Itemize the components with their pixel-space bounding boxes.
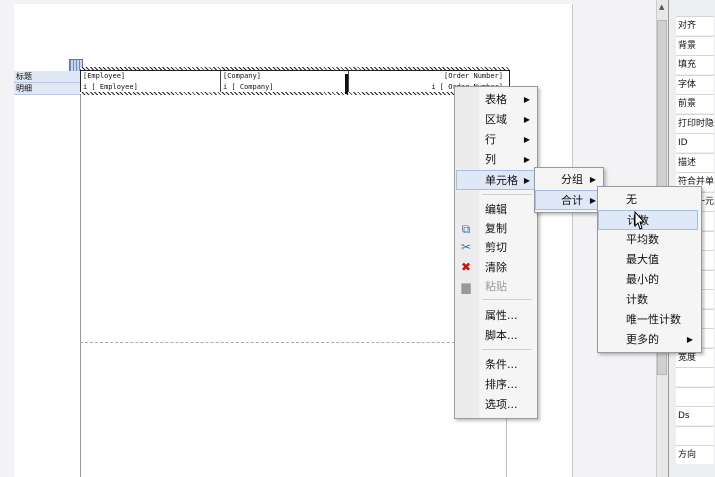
submenu-arrow-icon: ▶ — [589, 175, 596, 184]
menu-item-count[interactable]: 计数 — [598, 210, 698, 230]
menu-separator — [482, 299, 532, 300]
property-row[interactable]: 字体 — [676, 74, 714, 94]
menu-separator — [482, 349, 532, 350]
menu-item-conditions[interactable]: 条件... — [458, 355, 534, 375]
menu-item-max[interactable]: 最大值 — [600, 250, 697, 270]
property-row[interactable]: 打印时隐藏 — [676, 113, 714, 133]
band-label-header[interactable]: 标题 — [14, 71, 80, 83]
property-row[interactable] — [676, 386, 714, 406]
property-row[interactable]: Ds — [676, 406, 714, 425]
menu-item-average[interactable]: 平均数 — [600, 230, 697, 250]
property-row[interactable]: 背景 — [676, 35, 714, 55]
menu-item-script[interactable]: 脚本... — [458, 326, 534, 346]
menu-item-none[interactable]: 无 — [600, 190, 697, 210]
menu-item-sort[interactable]: 排序... — [458, 375, 534, 395]
property-row[interactable]: 方向 — [676, 445, 714, 464]
band-boundary-line — [80, 342, 510, 343]
mouse-pointer-icon — [634, 211, 646, 230]
table-cell[interactable]: i [ Company] — [221, 82, 349, 92]
menu-separator — [482, 194, 532, 195]
menu-item-distinct-count[interactable]: 唯一性计数 — [600, 310, 697, 330]
property-row[interactable] — [676, 367, 714, 386]
menu-item-clear[interactable]: 清除 — [458, 258, 534, 278]
property-row[interactable] — [676, 425, 714, 445]
column-resize-handle[interactable] — [345, 74, 348, 94]
menu-item-copy[interactable]: 复制 — [458, 219, 534, 239]
menu-item-column[interactable]: 列 ▶ — [458, 150, 534, 170]
menu-item-table[interactable]: 表格 ▶ — [458, 90, 534, 110]
menu-item-cut[interactable]: 剪切 — [458, 238, 534, 258]
menu-item-count-2[interactable]: 计数 — [600, 290, 697, 310]
menu-item-group[interactable]: 分组 ▶ — [537, 170, 600, 190]
menu-item-row[interactable]: 行 ▶ — [458, 130, 534, 150]
table-selection-border — [80, 92, 510, 95]
submenu-arrow-icon: ▶ — [523, 176, 530, 185]
menu-item-options[interactable]: 选项... — [458, 395, 534, 415]
submenu-arrow-icon: ▶ — [523, 95, 530, 104]
band-label-detail[interactable]: 明细 — [14, 83, 80, 95]
submenu-arrow-icon: ▶ — [523, 155, 530, 164]
menu-item-paste: 粘贴 — [485, 280, 507, 293]
submenu-arrow-icon: ▶ — [589, 196, 596, 205]
page-margin-line — [80, 62, 81, 477]
submenu-arrow-icon: ▶ — [523, 135, 530, 144]
menu-item-more[interactable]: 更多的 ▶ — [600, 330, 697, 350]
menu-item-edit[interactable]: 编辑 — [458, 200, 534, 220]
property-row[interactable]: 前景 — [676, 94, 714, 113]
table-cell[interactable]: [Company] — [221, 71, 349, 82]
menu-item-region[interactable]: 区域 ▶ — [458, 110, 534, 130]
property-row[interactable]: ID — [676, 133, 714, 152]
property-row[interactable]: 描述 — [676, 152, 714, 172]
menu-item-cell[interactable]: 单元格 ▶ — [456, 170, 535, 190]
menu-item-properties[interactable]: 属性... — [458, 306, 534, 326]
property-row[interactable]: 对齐 — [676, 16, 714, 35]
submenu-arrow-icon: ▶ — [523, 115, 530, 124]
property-row[interactable]: 填充 — [676, 55, 714, 74]
table-cell[interactable]: i [ Employee] — [81, 82, 221, 92]
table-cell[interactable]: [Order Number] — [349, 71, 509, 82]
menu-item-min[interactable]: 最小的 — [600, 270, 697, 290]
table-cell[interactable]: [Employee] — [81, 71, 221, 82]
submenu-arrow-icon: ▶ — [686, 335, 693, 344]
scroll-up-icon[interactable]: ▲ — [659, 3, 664, 11]
menu-item-total[interactable]: 合计 ▶ — [535, 190, 601, 210]
